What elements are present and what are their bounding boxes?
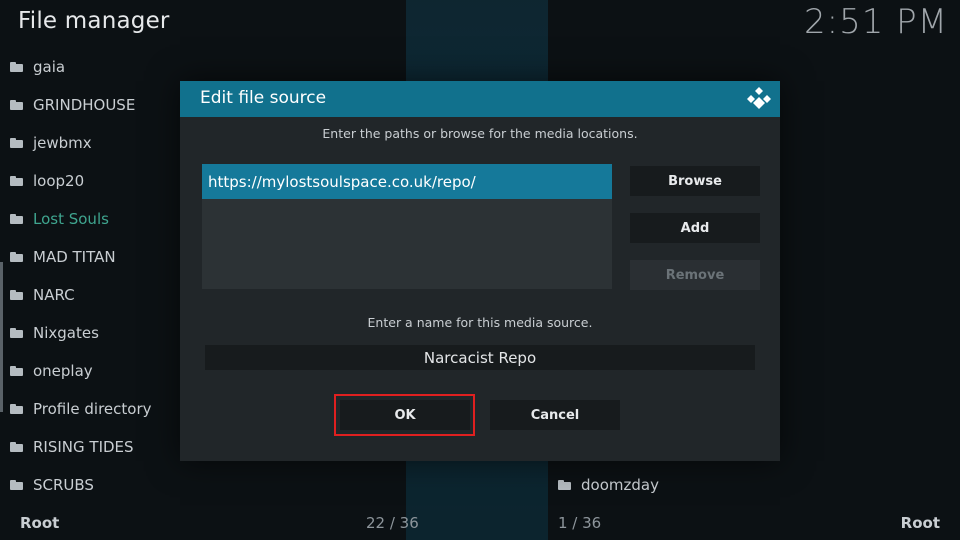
list-item-label: Lost Souls bbox=[33, 210, 109, 228]
list-item[interactable]: loop20 bbox=[0, 162, 180, 200]
edit-source-dialog: Edit file source Enter the paths or brow… bbox=[180, 81, 780, 461]
dialog-header: Edit file source bbox=[180, 81, 780, 117]
folder-icon bbox=[10, 290, 23, 300]
folder-icon bbox=[10, 328, 23, 338]
list-item-label: NARC bbox=[33, 286, 75, 304]
add-button[interactable]: Add bbox=[630, 213, 760, 243]
footer: Root 22 / 36 1 / 36 Root bbox=[0, 506, 960, 540]
list-item-label: oneplay bbox=[33, 362, 93, 380]
list-item[interactable]: SCRUBS bbox=[0, 466, 180, 504]
list-item-active[interactable]: Lost Souls bbox=[0, 200, 180, 238]
name-hint: Enter a name for this media source. bbox=[367, 315, 593, 330]
source-name-field[interactable]: Narcacist Repo bbox=[205, 345, 755, 370]
folder-icon bbox=[10, 442, 23, 452]
list-item[interactable]: Profile directory bbox=[0, 390, 180, 428]
list-item-label: gaia bbox=[33, 58, 66, 76]
list-item[interactable]: RISING TIDES bbox=[0, 428, 180, 466]
folder-icon bbox=[10, 138, 23, 148]
folder-icon bbox=[10, 214, 23, 224]
list-item-label: MAD TITAN bbox=[33, 248, 116, 266]
list-item-label: doomzday bbox=[581, 476, 659, 494]
path-row-selected[interactable]: https://mylostsoulspace.co.uk/repo/ bbox=[202, 164, 612, 199]
clock: 2:51 PM bbox=[804, 2, 948, 42]
cancel-button[interactable]: Cancel bbox=[490, 400, 620, 430]
list-item[interactable]: NARC bbox=[0, 276, 180, 314]
list-item[interactable]: jewbmx bbox=[0, 124, 180, 162]
kodi-logo-icon bbox=[747, 87, 771, 109]
list-item[interactable]: Nixgates bbox=[0, 314, 180, 352]
folder-icon bbox=[10, 366, 23, 376]
list-item[interactable]: oneplay bbox=[0, 352, 180, 390]
page-title: File manager bbox=[18, 8, 170, 34]
folder-icon bbox=[10, 176, 23, 186]
paths-list[interactable]: https://mylostsoulspace.co.uk/repo/ bbox=[202, 164, 612, 289]
right-item-count: 1 / 36 bbox=[558, 514, 602, 532]
list-item-label: GRINDHOUSE bbox=[33, 96, 136, 114]
list-item-label: jewbmx bbox=[33, 134, 92, 152]
folder-icon bbox=[10, 100, 23, 110]
list-item-label: RISING TIDES bbox=[33, 438, 134, 456]
browse-button[interactable]: Browse bbox=[630, 166, 760, 196]
list-item[interactable]: GRINDHOUSE bbox=[0, 86, 180, 124]
folder-icon bbox=[10, 62, 23, 72]
folder-icon bbox=[10, 252, 23, 262]
highlight-box bbox=[334, 394, 475, 436]
list-item[interactable]: MAD TITAN bbox=[0, 238, 180, 276]
list-item-label: Nixgates bbox=[33, 324, 99, 342]
list-item[interactable]: gaia bbox=[0, 48, 180, 86]
folder-icon bbox=[10, 480, 23, 490]
list-item-label: SCRUBS bbox=[33, 476, 94, 494]
remove-button[interactable]: Remove bbox=[630, 260, 760, 290]
left-item-count: 22 / 36 bbox=[366, 514, 419, 532]
folder-icon bbox=[558, 480, 571, 490]
right-list-item[interactable]: doomzday bbox=[558, 466, 659, 504]
folder-icon bbox=[10, 404, 23, 414]
dialog-title: Edit file source bbox=[200, 88, 327, 108]
left-root-label: Root bbox=[20, 514, 60, 532]
list-item-label: Profile directory bbox=[33, 400, 152, 418]
paths-hint: Enter the paths or browse for the media … bbox=[322, 126, 638, 141]
left-file-list: gaia GRINDHOUSE jewbmx loop20 Lost Souls… bbox=[0, 48, 180, 504]
list-item-label: loop20 bbox=[33, 172, 85, 190]
right-root-label: Root bbox=[900, 514, 940, 532]
